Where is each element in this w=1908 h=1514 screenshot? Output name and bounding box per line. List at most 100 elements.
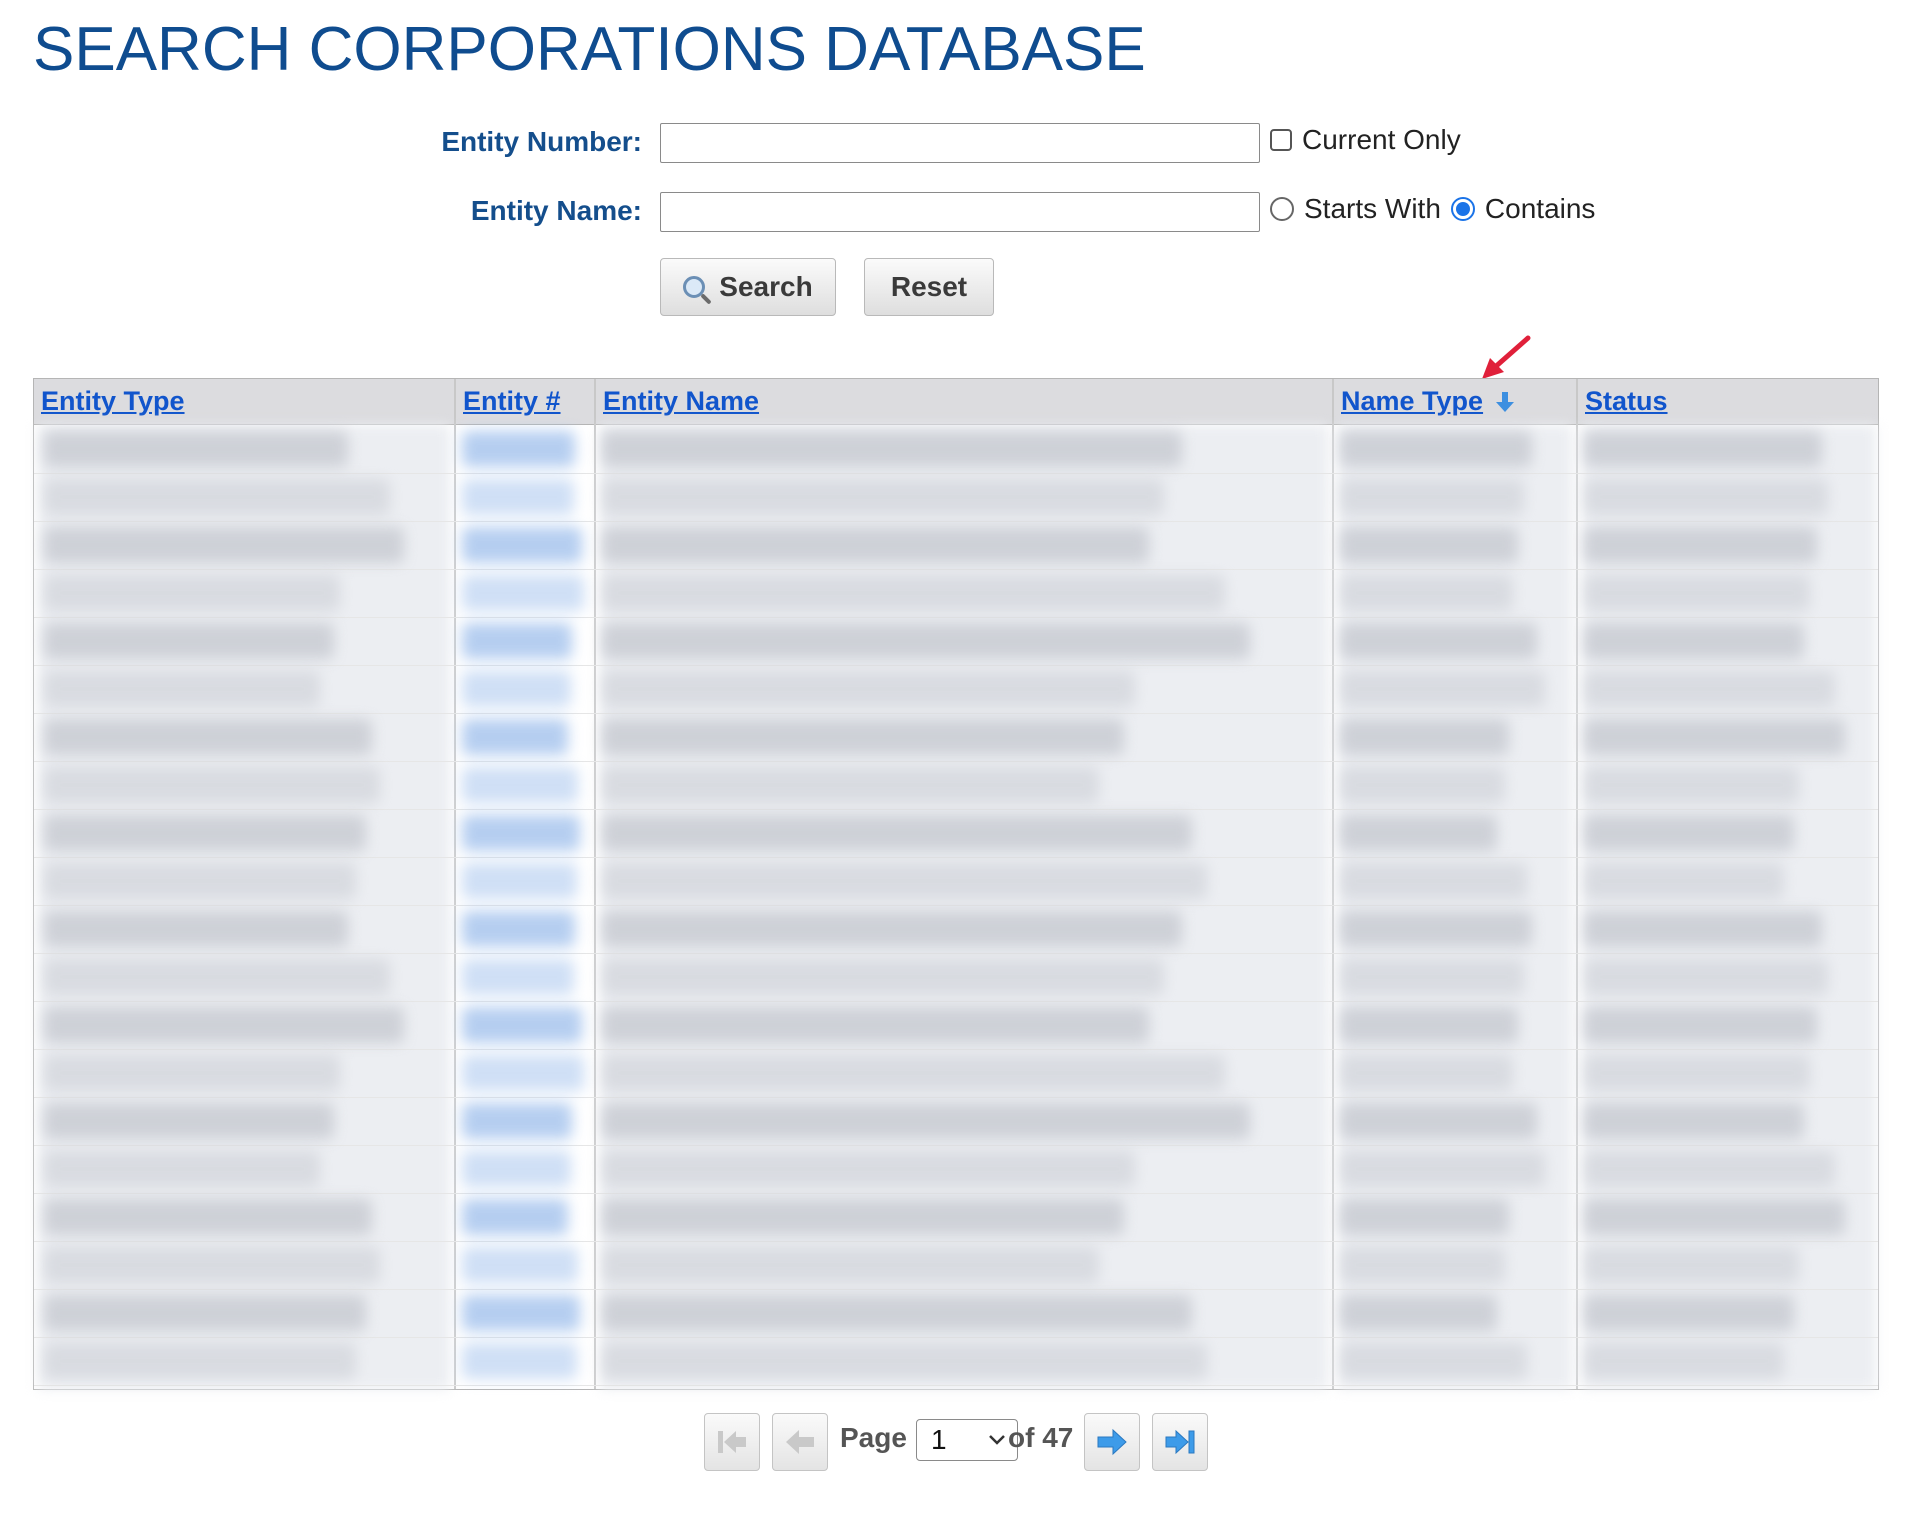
redacted-cell bbox=[602, 575, 1225, 611]
redacted-cell[interactable] bbox=[462, 527, 582, 563]
name-match-options: Starts With Contains bbox=[1270, 193, 1595, 225]
redacted-cell bbox=[602, 1295, 1192, 1331]
redacted-cell bbox=[1340, 479, 1524, 515]
redacted-cell bbox=[602, 767, 1099, 803]
redacted-cell[interactable] bbox=[462, 671, 571, 707]
table-row[interactable] bbox=[34, 1145, 1878, 1194]
redacted-cell bbox=[44, 1055, 340, 1091]
reset-button[interactable]: Reset bbox=[864, 258, 994, 316]
redacted-cell bbox=[44, 1295, 366, 1331]
table-row[interactable] bbox=[34, 1241, 1878, 1290]
table-row[interactable] bbox=[34, 569, 1878, 618]
prev-page-icon bbox=[786, 1430, 814, 1454]
table-row[interactable] bbox=[34, 665, 1878, 714]
redacted-cell[interactable] bbox=[462, 1343, 577, 1379]
next-page-button[interactable] bbox=[1084, 1413, 1140, 1471]
table-row[interactable] bbox=[34, 425, 1878, 474]
col-header-status[interactable]: Status bbox=[1578, 379, 1878, 424]
last-page-button[interactable] bbox=[1152, 1413, 1208, 1471]
page-select-value: 1 bbox=[931, 1424, 947, 1455]
table-row[interactable] bbox=[34, 473, 1878, 522]
redacted-cell bbox=[44, 911, 348, 947]
prev-page-button[interactable] bbox=[772, 1413, 828, 1471]
redacted-cell bbox=[1340, 1247, 1505, 1283]
page-select[interactable]: 1 bbox=[916, 1419, 1018, 1461]
redacted-cell bbox=[602, 431, 1182, 467]
redacted-cell bbox=[44, 863, 356, 899]
first-page-icon bbox=[718, 1431, 746, 1453]
next-page-icon bbox=[1097, 1428, 1127, 1456]
redacted-cell bbox=[44, 1103, 334, 1139]
redacted-cell[interactable] bbox=[462, 1103, 572, 1139]
table-body bbox=[34, 425, 1878, 1389]
first-page-button[interactable] bbox=[704, 1413, 760, 1471]
redacted-cell[interactable] bbox=[462, 1007, 582, 1043]
chevron-down-icon bbox=[989, 1435, 1005, 1445]
col-header-entity-name[interactable]: Entity Name bbox=[596, 379, 1332, 424]
starts-with-radio[interactable] bbox=[1270, 197, 1294, 221]
redacted-cell bbox=[602, 671, 1135, 707]
table-row[interactable] bbox=[34, 1337, 1878, 1386]
col-header-entity-number[interactable]: Entity # bbox=[456, 379, 594, 424]
redacted-cell[interactable] bbox=[462, 623, 572, 659]
redacted-cell[interactable] bbox=[462, 1199, 568, 1235]
table-row[interactable] bbox=[34, 953, 1878, 1002]
contains-radio[interactable] bbox=[1450, 197, 1475, 221]
redacted-cell[interactable] bbox=[462, 863, 577, 899]
table-row[interactable] bbox=[34, 905, 1878, 954]
redacted-cell bbox=[44, 671, 320, 707]
page-label: Page bbox=[840, 1422, 907, 1453]
current-only-label: Current Only bbox=[1302, 124, 1461, 155]
redacted-cell bbox=[1340, 1199, 1509, 1235]
red-annotation-arrow-icon bbox=[1482, 335, 1531, 379]
last-page-icon bbox=[1165, 1429, 1195, 1455]
entity-number-label: Entity Number: bbox=[441, 126, 642, 157]
redacted-cell[interactable] bbox=[462, 1055, 584, 1091]
current-only-option[interactable]: Current Only bbox=[1270, 124, 1461, 156]
redacted-cell bbox=[44, 1199, 372, 1235]
redacted-cell[interactable] bbox=[462, 1151, 571, 1187]
redacted-cell bbox=[1340, 767, 1505, 803]
redacted-cell[interactable] bbox=[462, 431, 575, 467]
redacted-cell bbox=[1340, 1343, 1527, 1379]
redacted-cell bbox=[1584, 1055, 1810, 1091]
current-only-checkbox[interactable] bbox=[1270, 129, 1292, 151]
table-row[interactable] bbox=[34, 1097, 1878, 1146]
table-row[interactable] bbox=[34, 1001, 1878, 1050]
redacted-cell[interactable] bbox=[462, 479, 574, 515]
redacted-cell bbox=[1340, 1007, 1518, 1043]
redacted-cell[interactable] bbox=[462, 959, 574, 995]
redacted-cell[interactable] bbox=[462, 815, 580, 851]
total-pages-label: of 47 bbox=[1008, 1422, 1074, 1453]
redacted-cell bbox=[1584, 959, 1828, 995]
table-row[interactable] bbox=[34, 809, 1878, 858]
redacted-cell[interactable] bbox=[462, 767, 578, 803]
down-arrow-icon[interactable] bbox=[1495, 390, 1515, 414]
redacted-cell bbox=[1340, 959, 1524, 995]
redacted-cell[interactable] bbox=[462, 1247, 578, 1283]
entity-name-input[interactable] bbox=[660, 192, 1260, 232]
redacted-cell[interactable] bbox=[462, 911, 575, 947]
redacted-cell bbox=[1340, 719, 1509, 755]
redacted-cell bbox=[602, 1151, 1135, 1187]
table-row[interactable] bbox=[34, 857, 1878, 906]
redacted-cell bbox=[1584, 863, 1784, 899]
table-row[interactable] bbox=[34, 617, 1878, 666]
search-button[interactable]: Search bbox=[660, 258, 836, 316]
table-row[interactable] bbox=[34, 1193, 1878, 1242]
redacted-cell bbox=[1340, 911, 1532, 947]
table-row[interactable] bbox=[34, 1289, 1878, 1338]
redacted-cell[interactable] bbox=[462, 719, 568, 755]
col-header-name-type[interactable]: Name Type bbox=[1334, 379, 1576, 424]
redacted-cell[interactable] bbox=[462, 1295, 580, 1331]
table-row[interactable] bbox=[34, 713, 1878, 762]
redacted-cell bbox=[602, 527, 1149, 563]
table-row[interactable] bbox=[34, 761, 1878, 810]
table-row[interactable] bbox=[34, 521, 1878, 570]
entity-number-input[interactable] bbox=[660, 123, 1260, 163]
col-header-entity-type[interactable]: Entity Type bbox=[34, 379, 454, 424]
redacted-cell[interactable] bbox=[462, 575, 584, 611]
page-title: SEARCH CORPORATIONS DATABASE bbox=[33, 15, 1146, 84]
table-row[interactable] bbox=[34, 1049, 1878, 1098]
redacted-cell bbox=[44, 623, 334, 659]
